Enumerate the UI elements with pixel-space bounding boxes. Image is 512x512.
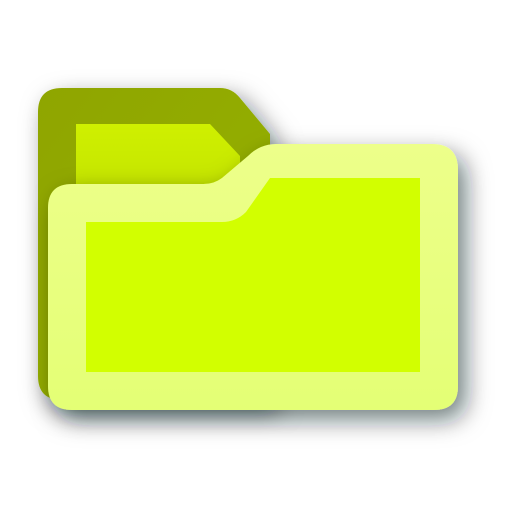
icon-canvas: [0, 0, 512, 512]
folder-icon: [38, 88, 458, 410]
